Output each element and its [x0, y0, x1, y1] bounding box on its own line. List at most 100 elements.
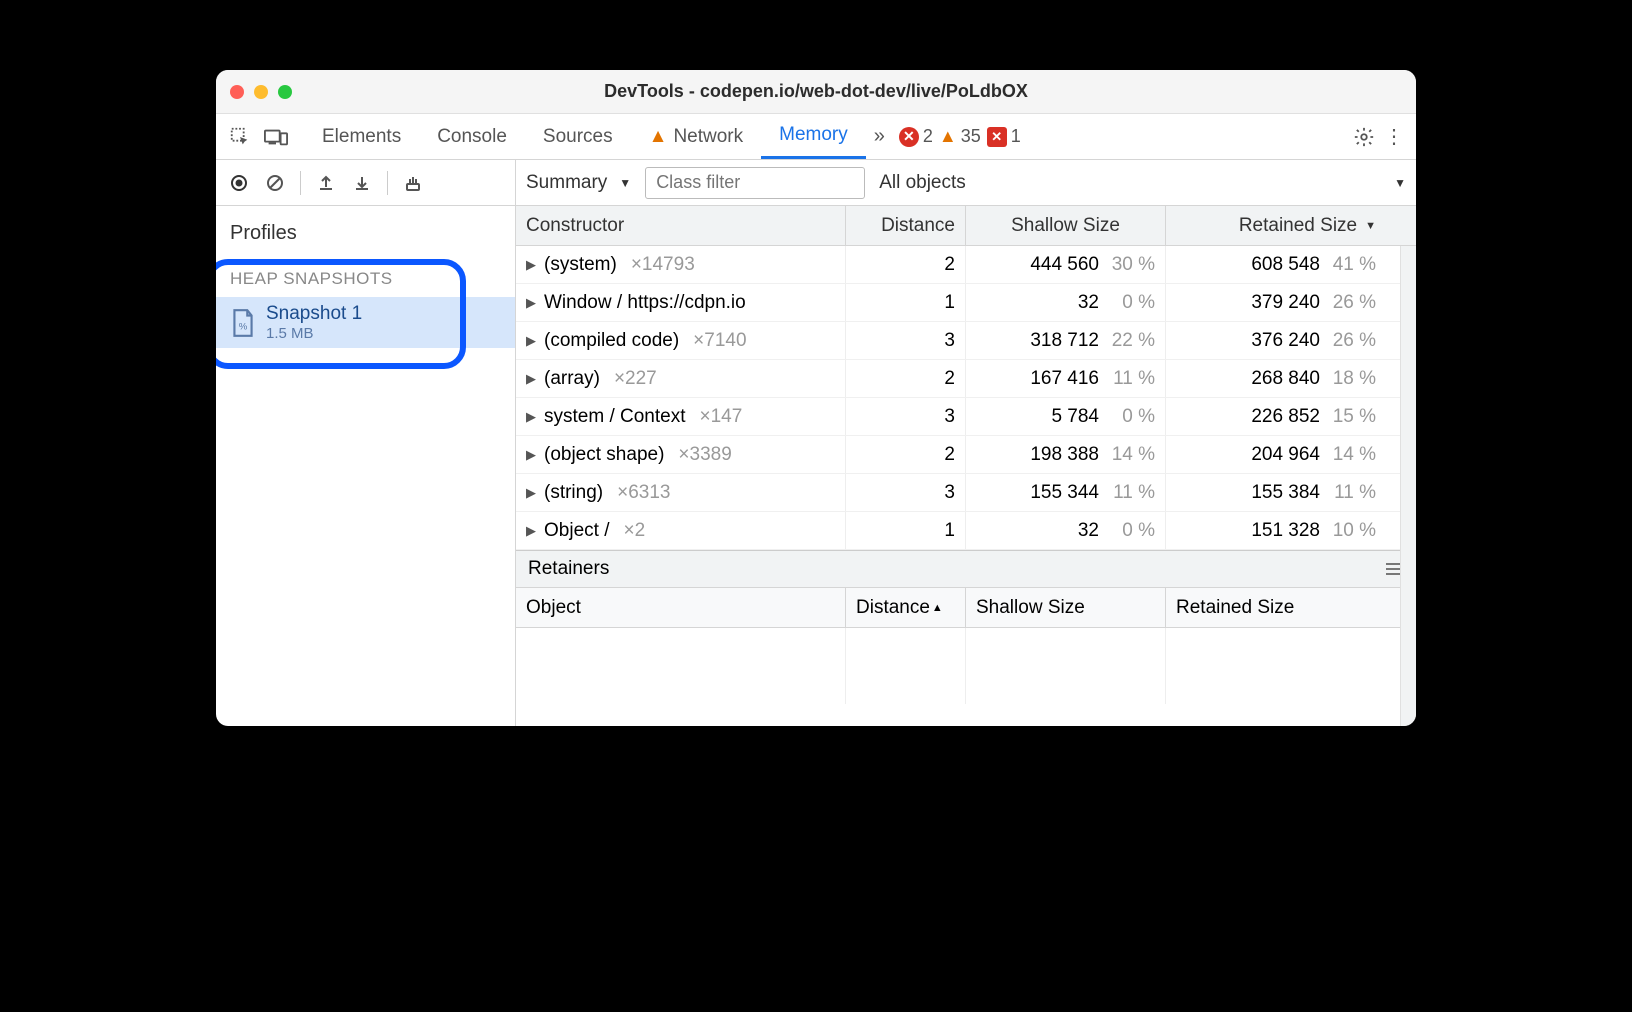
sort-desc-icon: ▼ [1365, 220, 1376, 232]
more-options-button[interactable]: ⋮ [1384, 124, 1404, 149]
col-shallow-size[interactable]: Shallow Size [966, 588, 1166, 627]
panel-tabs: Elements Console Sources ▲ Network Memor… [304, 114, 866, 159]
object-scope-dropdown[interactable]: All objects [879, 172, 966, 194]
col-distance[interactable]: Distance▲ [846, 588, 966, 627]
tab-console[interactable]: Console [419, 114, 525, 159]
expand-icon[interactable]: ▶ [526, 333, 536, 349]
shallow-size-pct: 14 % [1109, 444, 1155, 466]
warning-icon: ▲ [939, 126, 957, 147]
more-tabs-button[interactable]: » [874, 125, 885, 148]
titlebar: DevTools - codepen.io/web-dot-dev/live/P… [216, 70, 1416, 114]
sidebar-title: Profiles [216, 216, 515, 251]
inspect-element-icon[interactable] [226, 123, 254, 151]
shallow-size-pct: 30 % [1109, 254, 1155, 276]
snapshot-name: Snapshot 1 [266, 303, 362, 325]
table-row[interactable]: ▶Window / https://cdpn.io1320 %379 24026… [516, 284, 1416, 322]
col-distance[interactable]: Distance [846, 206, 966, 245]
retainers-columns: Object Distance▲ Shallow Size Retained S… [516, 588, 1416, 628]
panel-body: Profiles HEAP SNAPSHOTS % Snapshot 1 1.5… [216, 206, 1416, 726]
col-shallow-size[interactable]: Shallow Size [966, 206, 1166, 245]
table-row[interactable]: ▶system / Context×14735 7840 %226 85215 … [516, 398, 1416, 436]
window-controls [230, 85, 292, 99]
view-mode-dropdown[interactable]: Summary ▼ [526, 172, 631, 194]
expand-icon[interactable]: ▶ [526, 295, 536, 311]
settings-button[interactable] [1350, 123, 1378, 151]
retained-size-pct: 26 % [1330, 330, 1376, 352]
retained-size-value: 268 840 [1251, 368, 1320, 390]
col-object[interactable]: Object [516, 588, 846, 627]
retained-size-value: 204 964 [1251, 444, 1320, 466]
load-profile-button[interactable] [311, 168, 341, 198]
message-icon: ✕ [987, 127, 1007, 147]
distance-value: 3 [944, 482, 955, 504]
col-retained-size[interactable]: Retained Size▼ [1166, 206, 1386, 245]
device-toggle-icon[interactable] [262, 123, 290, 151]
constructor-name: (system) [544, 254, 617, 276]
table-row[interactable]: ▶Object /×21320 %151 32810 % [516, 512, 1416, 550]
save-profile-button[interactable] [347, 168, 377, 198]
error-count-value: 2 [923, 126, 933, 147]
retained-size-pct: 11 % [1330, 482, 1376, 504]
retained-size-value: 151 328 [1251, 520, 1320, 542]
memory-toolbar: Summary ▼ All objects ▼ [216, 160, 1416, 206]
tab-label: Memory [779, 124, 848, 146]
expand-icon[interactable]: ▶ [526, 447, 536, 463]
class-filter-input[interactable] [645, 167, 865, 199]
shallow-size-value: 32 [1078, 520, 1099, 542]
tab-sources[interactable]: Sources [525, 114, 631, 159]
table-row[interactable]: ▶(system)×147932444 56030 %608 54841 % [516, 246, 1416, 284]
constructor-name: system / Context [544, 406, 686, 428]
record-button[interactable] [224, 168, 254, 198]
svg-text:%: % [239, 321, 248, 332]
col-constructor[interactable]: Constructor [516, 206, 846, 245]
table-row[interactable]: ▶(compiled code)×71403318 71222 %376 240… [516, 322, 1416, 360]
scrollbar[interactable] [1400, 246, 1416, 726]
close-window-button[interactable] [230, 85, 244, 99]
warning-count[interactable]: ▲ 35 [939, 126, 981, 147]
message-count[interactable]: ✕ 1 [987, 126, 1021, 147]
expand-icon[interactable]: ▶ [526, 409, 536, 425]
maximize-window-button[interactable] [278, 85, 292, 99]
shallow-size-value: 198 388 [1030, 444, 1099, 466]
constructor-name: (compiled code) [544, 330, 679, 352]
tab-elements[interactable]: Elements [304, 114, 419, 159]
instance-count: ×6313 [617, 482, 670, 504]
main-tab-bar: Elements Console Sources ▲ Network Memor… [216, 114, 1416, 160]
tab-label: Sources [543, 126, 613, 148]
tab-network[interactable]: ▲ Network [631, 114, 762, 159]
expand-icon[interactable]: ▶ [526, 371, 536, 387]
retained-size-pct: 41 % [1330, 254, 1376, 276]
constructor-name: Object / [544, 520, 609, 542]
table-row[interactable]: ▶(array)×2272167 41611 %268 84018 % [516, 360, 1416, 398]
clear-button[interactable] [260, 168, 290, 198]
expand-icon[interactable]: ▶ [526, 523, 536, 539]
chevron-down-icon[interactable]: ▼ [1394, 176, 1406, 190]
garbage-collect-button[interactable] [398, 168, 428, 198]
shallow-size-value: 155 344 [1030, 482, 1099, 504]
distance-value: 1 [944, 520, 955, 542]
error-count[interactable]: ✕ 2 [899, 126, 933, 147]
col-retained-size[interactable]: Retained Size [1166, 588, 1386, 627]
snapshot-item[interactable]: % Snapshot 1 1.5 MB [216, 297, 515, 348]
heap-table: Constructor Distance Shallow Size Retain… [516, 206, 1416, 726]
shallow-size-pct: 0 % [1109, 292, 1155, 314]
instance-count: ×227 [614, 368, 657, 390]
minimize-window-button[interactable] [254, 85, 268, 99]
instance-count: ×147 [700, 406, 743, 428]
snapshot-text: Snapshot 1 1.5 MB [266, 303, 362, 342]
devtools-window: DevTools - codepen.io/web-dot-dev/live/P… [216, 70, 1416, 726]
table-row[interactable]: ▶(object shape)×33892198 38814 %204 9641… [516, 436, 1416, 474]
tab-label: Network [673, 126, 743, 148]
expand-icon[interactable]: ▶ [526, 485, 536, 501]
expand-icon[interactable]: ▶ [526, 257, 536, 273]
shallow-size-value: 444 560 [1030, 254, 1099, 276]
tab-memory[interactable]: Memory [761, 114, 866, 159]
instance-count: ×3389 [678, 444, 731, 466]
heap-snapshots-group: HEAP SNAPSHOTS % Snapshot 1 1.5 MB [216, 265, 515, 348]
shallow-size-pct: 0 % [1109, 406, 1155, 428]
error-icon: ✕ [899, 127, 919, 147]
issue-counts: ✕ 2 ▲ 35 ✕ 1 [899, 126, 1021, 147]
toolbar-left [216, 160, 516, 205]
retained-size-pct: 15 % [1330, 406, 1376, 428]
table-row[interactable]: ▶(string)×63133155 34411 %155 38411 % [516, 474, 1416, 512]
